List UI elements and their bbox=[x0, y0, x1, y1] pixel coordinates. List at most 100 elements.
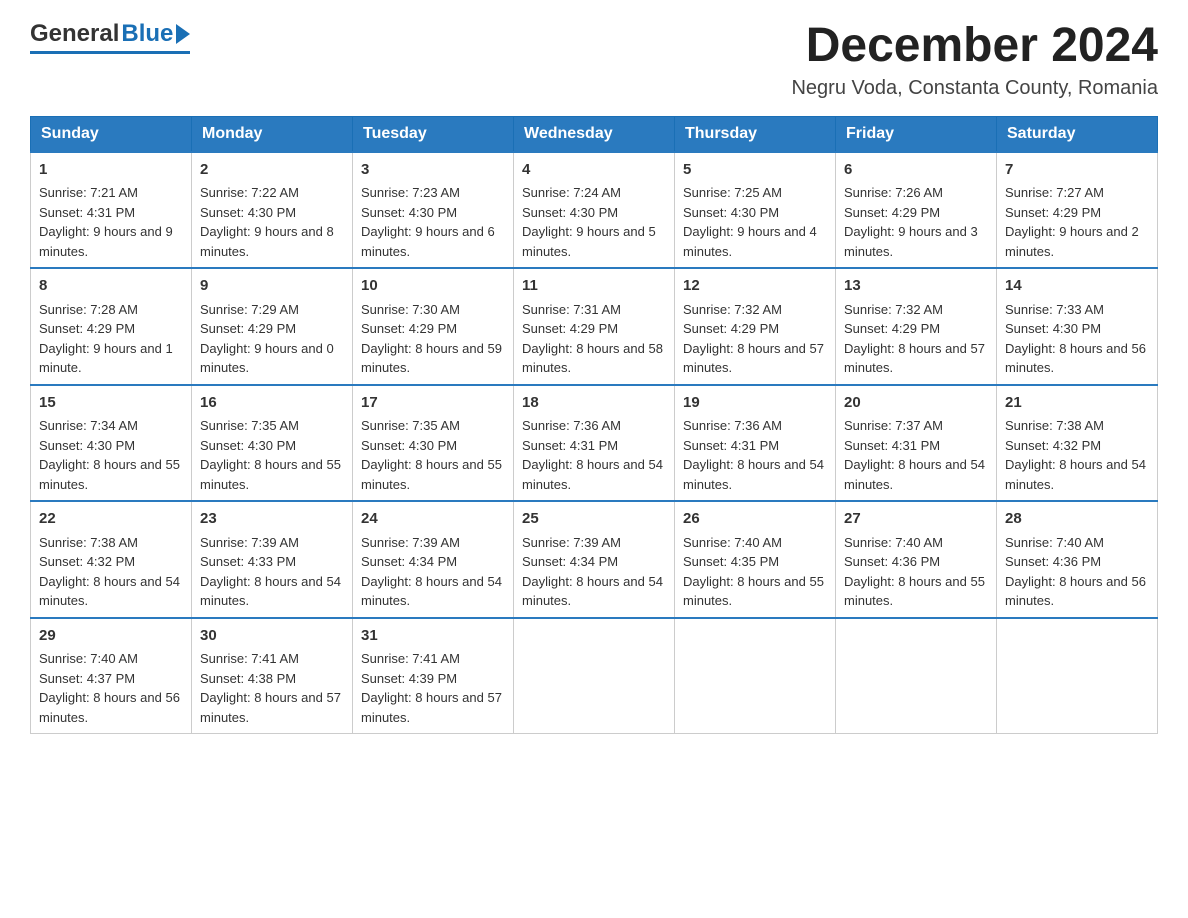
sunset-label: Sunset: 4:30 PM bbox=[200, 438, 296, 453]
page-header: General Blue December 2024 Negru Voda, C… bbox=[30, 20, 1158, 100]
calendar-table: SundayMondayTuesdayWednesdayThursdayFrid… bbox=[30, 116, 1158, 735]
sunrise-label: Sunrise: 7:38 AM bbox=[1005, 418, 1104, 433]
sunset-label: Sunset: 4:30 PM bbox=[1005, 321, 1101, 336]
calendar-body: 1Sunrise: 7:21 AMSunset: 4:31 PMDaylight… bbox=[31, 152, 1158, 734]
calendar-day-header: Friday bbox=[836, 116, 997, 152]
day-number: 24 bbox=[361, 508, 505, 531]
sunset-label: Sunset: 4:29 PM bbox=[1005, 205, 1101, 220]
calendar-day-header: Thursday bbox=[675, 116, 836, 152]
sunset-label: Sunset: 4:34 PM bbox=[361, 554, 457, 569]
calendar-cell: 7Sunrise: 7:27 AMSunset: 4:29 PMDaylight… bbox=[997, 152, 1158, 269]
sunset-label: Sunset: 4:31 PM bbox=[522, 438, 618, 453]
sunset-label: Sunset: 4:33 PM bbox=[200, 554, 296, 569]
sunset-label: Sunset: 4:30 PM bbox=[522, 205, 618, 220]
calendar-cell: 24 Sunrise: 7:39 AM Sunset: 4:34 PM Dayligh… bbox=[353, 501, 514, 618]
day-number: 19 bbox=[683, 392, 827, 415]
day-number: 4 bbox=[522, 159, 666, 182]
sunrise-label: Sunrise: 7:41 AM bbox=[200, 651, 299, 666]
sunset-label: Sunset: 4:38 PM bbox=[200, 671, 296, 686]
calendar-cell: 2 Sunrise: 7:22 AM Sunset: 4:30 PM Daylight… bbox=[192, 152, 353, 269]
logo-blue-part: Blue bbox=[121, 22, 190, 46]
sunrise-label: Sunrise: 7:39 AM bbox=[522, 535, 621, 550]
day-number: 31 bbox=[361, 625, 505, 648]
sunset-label: Sunset: 4:34 PM bbox=[522, 554, 618, 569]
daylight-label: Daylight: 9 hours and 3 minutes. bbox=[844, 224, 978, 259]
sunset-label: Sunset: 4:29 PM bbox=[39, 321, 135, 336]
day-number: 8 bbox=[39, 275, 183, 298]
calendar-cell: 12Sunrise: 7:32 AMSunset: 4:29 PMDayligh… bbox=[675, 268, 836, 385]
calendar-header-row: SundayMondayTuesdayWednesdayThursdayFrid… bbox=[31, 116, 1158, 152]
sunrise-label: Sunrise: 7:25 AM bbox=[683, 185, 782, 200]
sunset-label: Sunset: 4:29 PM bbox=[844, 205, 940, 220]
sunset-label: Sunset: 4:29 PM bbox=[200, 321, 296, 336]
sunset-label: Sunset: 4:36 PM bbox=[844, 554, 940, 569]
calendar-cell: 8Sunrise: 7:28 AMSunset: 4:29 PMDaylight… bbox=[31, 268, 192, 385]
calendar-week-row: 29 Sunrise: 7:40 AM Sunset: 4:37 PM Dayligh… bbox=[31, 618, 1158, 734]
daylight-label: Daylight: 8 hours and 59 minutes. bbox=[361, 341, 502, 376]
calendar-day-header: Tuesday bbox=[353, 116, 514, 152]
sunrise-label: Sunrise: 7:40 AM bbox=[39, 651, 138, 666]
calendar-cell: 27Sunrise: 7:40 AMSunset: 4:36 PMDayligh… bbox=[836, 501, 997, 618]
calendar-cell: 15Sunrise: 7:34 AMSunset: 4:30 PMDayligh… bbox=[31, 385, 192, 502]
day-number: 26 bbox=[683, 508, 827, 531]
day-number: 2 bbox=[200, 159, 344, 182]
sunrise-label: Sunrise: 7:35 AM bbox=[200, 418, 299, 433]
calendar-cell: 19Sunrise: 7:36 AMSunset: 4:31 PMDayligh… bbox=[675, 385, 836, 502]
sunrise-label: Sunrise: 7:39 AM bbox=[361, 535, 460, 550]
logo-blue-text: Blue bbox=[121, 22, 173, 46]
day-number: 18 bbox=[522, 392, 666, 415]
sunrise-label: Sunrise: 7:36 AM bbox=[522, 418, 621, 433]
day-number: 11 bbox=[522, 275, 666, 298]
day-number: 20 bbox=[844, 392, 988, 415]
daylight-label: Daylight: 8 hours and 57 minutes. bbox=[361, 690, 502, 725]
calendar-cell: 21Sunrise: 7:38 AMSunset: 4:32 PMDayligh… bbox=[997, 385, 1158, 502]
calendar-day-header: Sunday bbox=[31, 116, 192, 152]
daylight-label: Daylight: 8 hours and 54 minutes. bbox=[200, 574, 341, 609]
sunset-label: Sunset: 4:30 PM bbox=[200, 205, 296, 220]
calendar-week-row: 8Sunrise: 7:28 AMSunset: 4:29 PMDaylight… bbox=[31, 268, 1158, 385]
sunrise-label: Sunrise: 7:36 AM bbox=[683, 418, 782, 433]
sunrise-label: Sunrise: 7:35 AM bbox=[361, 418, 460, 433]
calendar-cell: 16Sunrise: 7:35 AMSunset: 4:30 PMDayligh… bbox=[192, 385, 353, 502]
calendar-cell: 9Sunrise: 7:29 AMSunset: 4:29 PMDaylight… bbox=[192, 268, 353, 385]
logo-underline bbox=[30, 51, 190, 54]
title-area: December 2024 Negru Voda, Constanta Coun… bbox=[791, 20, 1158, 100]
sunrise-label: Sunrise: 7:26 AM bbox=[844, 185, 943, 200]
sunset-label: Sunset: 4:29 PM bbox=[361, 321, 457, 336]
sunrise-label: Sunrise: 7:40 AM bbox=[1005, 535, 1104, 550]
day-number: 3 bbox=[361, 159, 505, 182]
sunrise-label: Sunrise: 7:41 AM bbox=[361, 651, 460, 666]
day-number: 22 bbox=[39, 508, 183, 531]
sunrise-label: Sunrise: 7:30 AM bbox=[361, 302, 460, 317]
daylight-label: Daylight: 9 hours and 8 minutes. bbox=[200, 224, 334, 259]
sunrise-label: Sunrise: 7:40 AM bbox=[844, 535, 943, 550]
sunset-label: Sunset: 4:29 PM bbox=[683, 321, 779, 336]
daylight-label: Daylight: 9 hours and 5 minutes. bbox=[522, 224, 656, 259]
daylight-label: Daylight: 8 hours and 55 minutes. bbox=[361, 457, 502, 492]
sunrise-label: Sunrise: 7:21 AM bbox=[39, 185, 138, 200]
calendar-cell: 11Sunrise: 7:31 AMSunset: 4:29 PMDayligh… bbox=[514, 268, 675, 385]
daylight-label: Daylight: 8 hours and 57 minutes. bbox=[844, 341, 985, 376]
calendar-day-header: Wednesday bbox=[514, 116, 675, 152]
sunset-label: Sunset: 4:37 PM bbox=[39, 671, 135, 686]
sunrise-label: Sunrise: 7:24 AM bbox=[522, 185, 621, 200]
sunrise-label: Sunrise: 7:32 AM bbox=[683, 302, 782, 317]
sunrise-label: Sunrise: 7:22 AM bbox=[200, 185, 299, 200]
day-number: 5 bbox=[683, 159, 827, 182]
calendar-day-header: Saturday bbox=[997, 116, 1158, 152]
calendar-cell: 29Sunrise: 7:40 AMSunset: 4:37 PMDayligh… bbox=[31, 618, 192, 734]
calendar-day-header: Monday bbox=[192, 116, 353, 152]
page-subtitle: Negru Voda, Constanta County, Romania bbox=[791, 77, 1158, 100]
day-number: 10 bbox=[361, 275, 505, 298]
day-number: 15 bbox=[39, 392, 183, 415]
daylight-label: Daylight: 8 hours and 54 minutes. bbox=[361, 574, 502, 609]
day-number: 29 bbox=[39, 625, 183, 648]
calendar-cell: 30Sunrise: 7:41 AMSunset: 4:38 PMDayligh… bbox=[192, 618, 353, 734]
daylight-label: Daylight: 8 hours and 55 minutes. bbox=[39, 457, 180, 492]
day-number: 9 bbox=[200, 275, 344, 298]
calendar-cell: 22Sunrise: 7:38 AMSunset: 4:32 PMDayligh… bbox=[31, 501, 192, 618]
day-number: 23 bbox=[200, 508, 344, 531]
daylight-label: Daylight: 8 hours and 54 minutes. bbox=[522, 457, 663, 492]
day-number: 13 bbox=[844, 275, 988, 298]
daylight-label: Daylight: 8 hours and 58 minutes. bbox=[522, 341, 663, 376]
